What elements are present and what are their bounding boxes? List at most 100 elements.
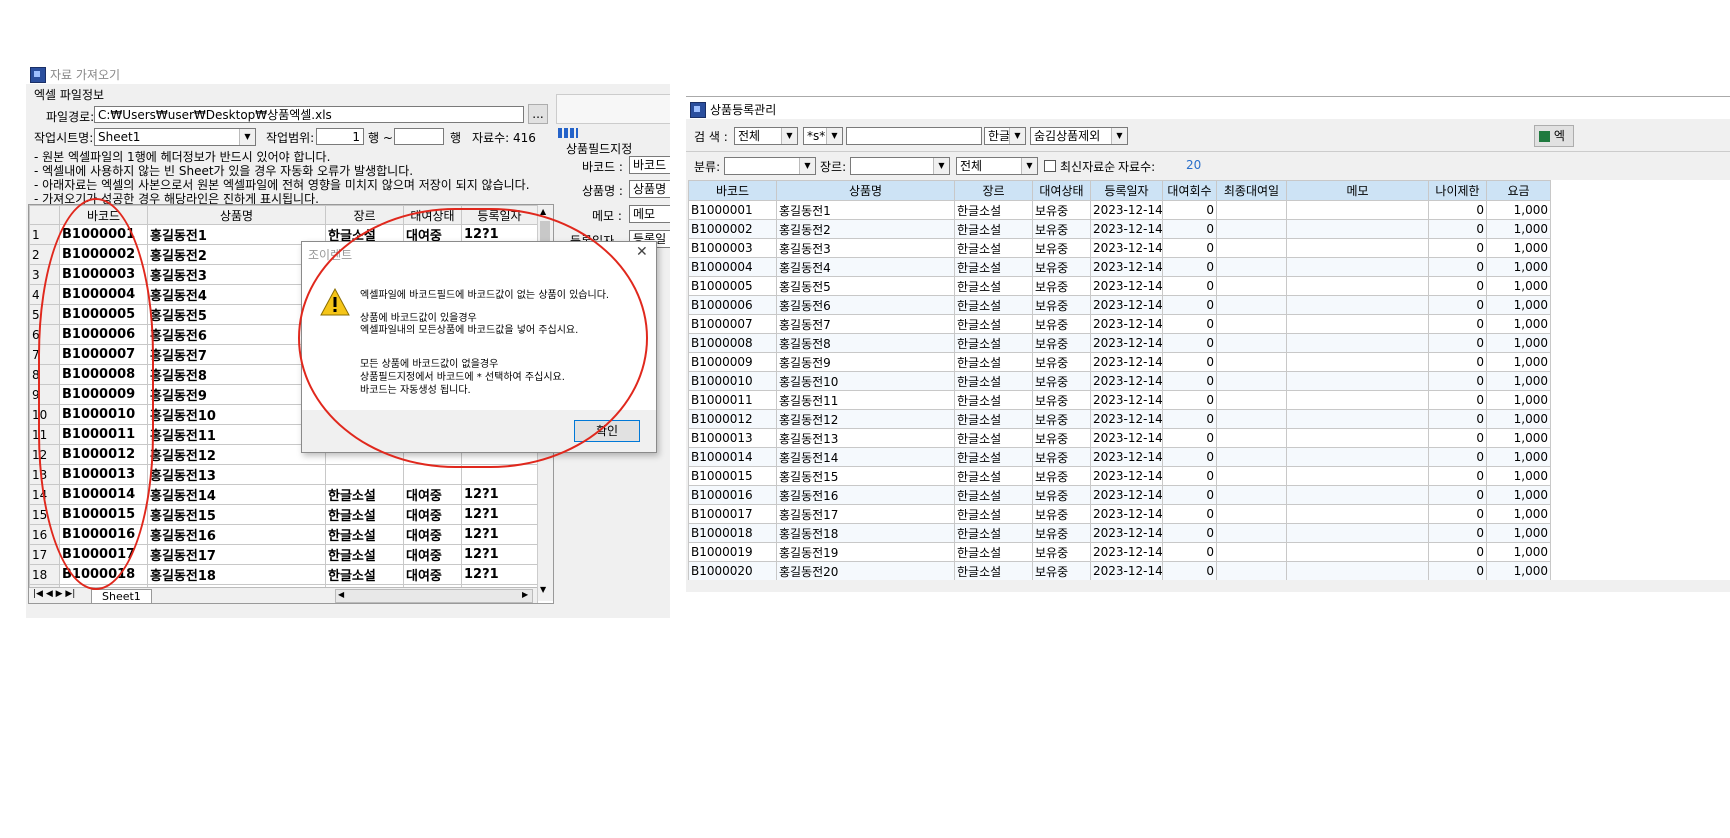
cell-status[interactable]: 보유중 xyxy=(1032,200,1091,220)
cell-age-limit[interactable]: 0 xyxy=(1428,371,1487,391)
cell-status[interactable] xyxy=(403,464,462,485)
genre-all-select[interactable]: 전체 ▼ xyxy=(956,157,1038,175)
cell-fee[interactable]: 1,000 xyxy=(1486,504,1551,524)
cell-rent-count[interactable]: 0 xyxy=(1162,485,1217,505)
cell-barcode[interactable]: B1000001 xyxy=(59,224,148,245)
cell-status[interactable]: 보유중 xyxy=(1032,447,1091,467)
table-row[interactable]: 16 B1000016 홍길동전16 한글소설 대여중 12?1 xyxy=(29,524,538,545)
cell-fee[interactable]: 1,000 xyxy=(1486,371,1551,391)
cell-barcode[interactable]: B1000019 xyxy=(688,542,777,562)
cell-rent-count[interactable]: 0 xyxy=(1162,276,1217,296)
cell-fee[interactable]: 1,000 xyxy=(1486,200,1551,220)
row-number[interactable]: 2 xyxy=(29,244,60,265)
cell-genre[interactable]: 한글소설 xyxy=(954,276,1033,296)
cell-status[interactable]: 보유중 xyxy=(1032,276,1091,296)
cell-last-rent[interactable] xyxy=(1216,371,1287,391)
excel-button[interactable]: 엑 xyxy=(1534,125,1574,147)
cell-memo[interactable] xyxy=(1286,295,1429,315)
cell-age-limit[interactable]: 0 xyxy=(1428,200,1487,220)
row-number[interactable]: 10 xyxy=(29,404,60,425)
cell-date[interactable]: 12?1 xyxy=(461,524,538,545)
cell-date[interactable]: 2023-12-14 xyxy=(1090,466,1163,486)
search-input[interactable] xyxy=(846,127,982,145)
cell-genre[interactable]: 한글소설 xyxy=(954,352,1033,372)
sheet-select[interactable]: Sheet1 ▼ xyxy=(94,128,256,146)
cell-memo[interactable] xyxy=(1286,409,1429,429)
cell-genre[interactable]: 한글소설 xyxy=(954,466,1033,486)
table-row[interactable]: B1000011 홍길동전11 한글소설 보유중 2023-12-14 0 0 1,000 xyxy=(688,390,1551,410)
cell-memo[interactable] xyxy=(1286,561,1429,580)
cell-genre[interactable]: 한글소설 xyxy=(954,238,1033,258)
cell-name[interactable]: 홍길동전8 xyxy=(147,364,326,385)
cell-date[interactable] xyxy=(461,464,538,485)
cell-genre[interactable]: 한글소설 xyxy=(325,524,404,545)
cell-barcode[interactable]: B1000004 xyxy=(688,257,777,277)
cell-date[interactable]: 2023-12-14 xyxy=(1090,561,1163,580)
cell-name[interactable]: 홍길동전9 xyxy=(776,352,955,372)
col-header-status[interactable]: 대여상태 xyxy=(1032,180,1091,201)
row-number[interactable]: 15 xyxy=(29,504,60,525)
sheet-nav-icon[interactable]: |◀ ◀ ▶ ▶| xyxy=(33,589,75,599)
cell-fee[interactable]: 1,000 xyxy=(1486,295,1551,315)
cell-name[interactable]: 홍길동전6 xyxy=(147,324,326,345)
cell-memo[interactable] xyxy=(1286,276,1429,296)
cell-genre[interactable]: 한글소설 xyxy=(954,390,1033,410)
cell-fee[interactable]: 1,000 xyxy=(1486,390,1551,410)
cell-rent-count[interactable]: 0 xyxy=(1162,200,1217,220)
row-number[interactable]: 6 xyxy=(29,324,60,345)
cell-rent-count[interactable]: 0 xyxy=(1162,504,1217,524)
cell-name[interactable]: 홍길동전5 xyxy=(776,276,955,296)
cell-name[interactable]: 홍길동전17 xyxy=(147,544,326,565)
cell-memo[interactable] xyxy=(1286,314,1429,334)
genre-select[interactable]: ▼ xyxy=(850,157,950,175)
cell-fee[interactable]: 1,000 xyxy=(1486,542,1551,562)
cell-last-rent[interactable] xyxy=(1216,219,1287,239)
cell-status[interactable]: 보유중 xyxy=(1032,561,1091,580)
cell-age-limit[interactable]: 0 xyxy=(1428,238,1487,258)
cell-date[interactable]: 2023-12-14 xyxy=(1090,238,1163,258)
cell-name[interactable]: 홍길동전2 xyxy=(776,219,955,239)
cell-name[interactable]: 홍길동전4 xyxy=(147,284,326,305)
table-row[interactable]: B1000006 홍길동전6 한글소설 보유중 2023-12-14 0 0 1,000 xyxy=(688,295,1551,315)
cell-name[interactable]: 홍길동전2 xyxy=(147,244,326,265)
cell-fee[interactable]: 1,000 xyxy=(1486,219,1551,239)
cell-barcode[interactable]: B1000004 xyxy=(59,284,148,305)
cell-genre[interactable]: 한글소설 xyxy=(954,428,1033,448)
cell-status[interactable]: 보유중 xyxy=(1032,428,1091,448)
cell-genre[interactable]: 한글소설 xyxy=(325,544,404,565)
browse-button[interactable]: ... xyxy=(528,104,548,124)
cell-name[interactable]: 홍길동전18 xyxy=(147,564,326,585)
cell-age-limit[interactable]: 0 xyxy=(1428,352,1487,372)
cell-memo[interactable] xyxy=(1286,542,1429,562)
row-number[interactable]: 4 xyxy=(29,284,60,305)
col-header-fee[interactable]: 요금 xyxy=(1486,180,1551,201)
cell-rent-count[interactable]: 0 xyxy=(1162,219,1217,239)
cell-barcode[interactable]: B1000003 xyxy=(59,264,148,285)
table-row[interactable]: 13 B1000013 홍길동전13 xyxy=(29,464,538,485)
table-row[interactable]: B1000005 홍길동전5 한글소설 보유중 2023-12-14 0 0 1,000 xyxy=(688,276,1551,296)
cell-genre[interactable]: 한글소설 xyxy=(954,485,1033,505)
table-row[interactable]: B1000008 홍길동전8 한글소설 보유중 2023-12-14 0 0 1,000 xyxy=(688,333,1551,353)
cell-status[interactable]: 대여중 xyxy=(403,484,462,505)
col-header-date[interactable]: 등록일자 xyxy=(1090,180,1163,201)
cell-barcode[interactable]: B1000013 xyxy=(59,464,148,485)
cell-date[interactable]: 2023-12-14 xyxy=(1090,409,1163,429)
cell-barcode[interactable]: B1000012 xyxy=(59,444,148,465)
cell-genre[interactable]: 한글소설 xyxy=(954,314,1033,334)
field-memo-select[interactable]: 메모 xyxy=(629,205,670,223)
cell-last-rent[interactable] xyxy=(1216,238,1287,258)
cell-name[interactable]: 홍길동전16 xyxy=(776,485,955,505)
cell-name[interactable]: 홍길동전14 xyxy=(776,447,955,467)
cell-status[interactable]: 보유중 xyxy=(1032,238,1091,258)
cell-status[interactable]: 보유중 xyxy=(1032,333,1091,353)
cell-date[interactable]: 2023-12-14 xyxy=(1090,485,1163,505)
cell-fee[interactable]: 1,000 xyxy=(1486,352,1551,372)
cell-genre[interactable]: 한글소설 xyxy=(954,409,1033,429)
cell-last-rent[interactable] xyxy=(1216,333,1287,353)
cell-memo[interactable] xyxy=(1286,485,1429,505)
cell-status[interactable]: 보유중 xyxy=(1032,504,1091,524)
cell-barcode[interactable]: B1000015 xyxy=(59,504,148,525)
cell-status[interactable]: 보유중 xyxy=(1032,485,1091,505)
cell-status[interactable]: 보유중 xyxy=(1032,523,1091,543)
cell-barcode[interactable]: B1000013 xyxy=(688,428,777,448)
